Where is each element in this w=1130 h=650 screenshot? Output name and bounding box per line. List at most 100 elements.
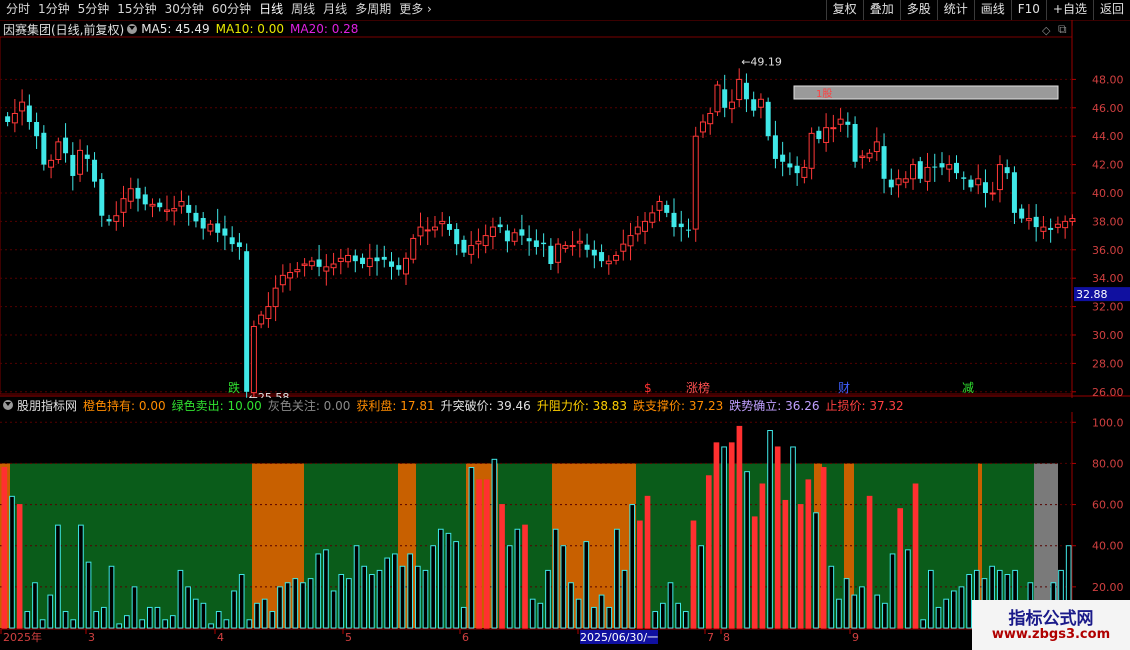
candle-body-down [193, 212, 199, 222]
candle-body-down [106, 219, 112, 222]
candle-body-down [584, 244, 590, 250]
period-tab[interactable]: 60分钟 [208, 0, 255, 20]
indicator-menu-icon[interactable] [3, 400, 13, 410]
profit-bar [330, 590, 337, 629]
candle-body-down [497, 224, 503, 228]
profit-bar [346, 578, 352, 629]
toolbar-button[interactable]: 返回 [1092, 0, 1130, 20]
toolbar-button[interactable]: F10 [1010, 0, 1046, 20]
period-tab[interactable]: 多周期 [351, 0, 395, 20]
indicator-tick-label: 60.00 [1092, 499, 1124, 512]
date-label: 5 [345, 631, 352, 644]
candle-body-down [772, 135, 778, 159]
candle-body-down [316, 259, 322, 267]
period-tab[interactable]: 30分钟 [161, 0, 208, 20]
event-marker: $ [644, 381, 652, 395]
profit-bar [399, 565, 406, 629]
profit-bar [131, 586, 138, 629]
candle-body-up [482, 235, 489, 247]
period-tab[interactable]: 周线 [287, 0, 319, 20]
candle-body-down [982, 182, 988, 193]
toolbar-button[interactable]: +自选 [1045, 0, 1093, 20]
profit-bar [897, 508, 904, 629]
profit-bar [445, 532, 452, 629]
candle-body-up [801, 166, 808, 178]
candle-body-down [519, 229, 525, 236]
candle-body-up [707, 112, 714, 125]
candle-body-up [837, 118, 844, 125]
candle-body-down [881, 146, 887, 179]
profit-bar [713, 442, 720, 629]
price-tick-label: 36.00 [1092, 244, 1124, 257]
candle-body-up [569, 245, 576, 248]
period-tab[interactable]: 1分钟 [34, 0, 74, 20]
period-tab[interactable]: 5分钟 [74, 0, 114, 20]
profit-bar [606, 606, 613, 629]
indicator-value: 升突破价: 39.46 [440, 398, 531, 413]
date-label: 6 [462, 631, 469, 644]
toolbar-button[interactable]: 叠加 [862, 0, 900, 20]
candle-body-up [736, 78, 743, 101]
profit-bar [254, 602, 260, 629]
date-label: 4 [217, 631, 224, 644]
candle-body-up [431, 226, 438, 231]
indicator-tick-label: 20.00 [1092, 581, 1124, 594]
candle-body-up [859, 155, 866, 159]
toolbar-button[interactable]: 画线 [973, 0, 1011, 20]
toolbar-button[interactable]: 复权 [825, 0, 863, 20]
profit-bar [598, 594, 605, 629]
candle-body-up [424, 229, 431, 232]
candle-body-down [381, 256, 387, 260]
profit-bar [300, 582, 306, 629]
profit-bar [437, 528, 444, 629]
profit-bar [667, 582, 674, 629]
profit-bar [78, 524, 84, 629]
candle-body-down [591, 249, 597, 256]
indicator-tick-label: 40.00 [1092, 540, 1124, 553]
price-tick-label: 40.00 [1092, 187, 1124, 200]
profit-bar [912, 483, 919, 629]
period-tab[interactable]: 更多 › [395, 0, 436, 20]
profit-bar [430, 545, 436, 629]
candle-body-down [722, 89, 728, 108]
profit-bar [231, 590, 237, 629]
candle-body-down [953, 162, 959, 174]
period-tab[interactable]: 月线 [319, 0, 351, 20]
watermark-url: www.zbgs3.com [991, 627, 1111, 642]
period-tab[interactable]: 15分钟 [113, 0, 160, 20]
profit-bar [154, 606, 161, 629]
candle-body-down [396, 265, 402, 270]
toolbar-button[interactable]: 多股 [899, 0, 937, 20]
candle-body-up [178, 201, 185, 207]
period-tab[interactable]: 日线 [255, 0, 287, 20]
profit-bar [47, 594, 54, 629]
toolbar-button[interactable]: 统计 [936, 0, 974, 20]
candle-body-up [410, 237, 417, 260]
candle-body-up [830, 127, 837, 130]
profit-bar [920, 619, 927, 629]
candle-body-up [113, 215, 120, 222]
period-tab[interactable]: 分时 [2, 0, 34, 20]
candle-body-down [63, 137, 69, 154]
profit-bar [361, 565, 368, 629]
profit-bar [192, 598, 199, 629]
profit-bar [736, 425, 743, 629]
indicator-chart[interactable]: 100.0 80.00 60.00 40.00 20.00 2025年 3 4 5 6 2025/0… [0, 412, 1130, 650]
candle-body-up [294, 269, 301, 273]
profit-bar [85, 561, 92, 629]
candlestick-chart[interactable]: 48.00 46.00 44.00 42.00 40.00 38.00 36.00 34.00… [0, 20, 1130, 398]
profit-bar [935, 606, 942, 629]
price-tick-label: 42.00 [1092, 159, 1124, 172]
candle-body-up [265, 306, 272, 320]
candle-body-up [11, 112, 18, 124]
candle-body-up [1025, 218, 1032, 221]
candle-body-down [765, 101, 771, 137]
date-label: 7 [707, 631, 714, 644]
candle-body-down [968, 179, 974, 188]
profit-bar [675, 602, 681, 629]
profit-bar [169, 615, 176, 629]
profit-bar [476, 479, 482, 629]
candle-body-down [743, 82, 749, 100]
price-tick-label: 26.00 [1092, 386, 1124, 398]
candle-body-down [1011, 172, 1017, 213]
